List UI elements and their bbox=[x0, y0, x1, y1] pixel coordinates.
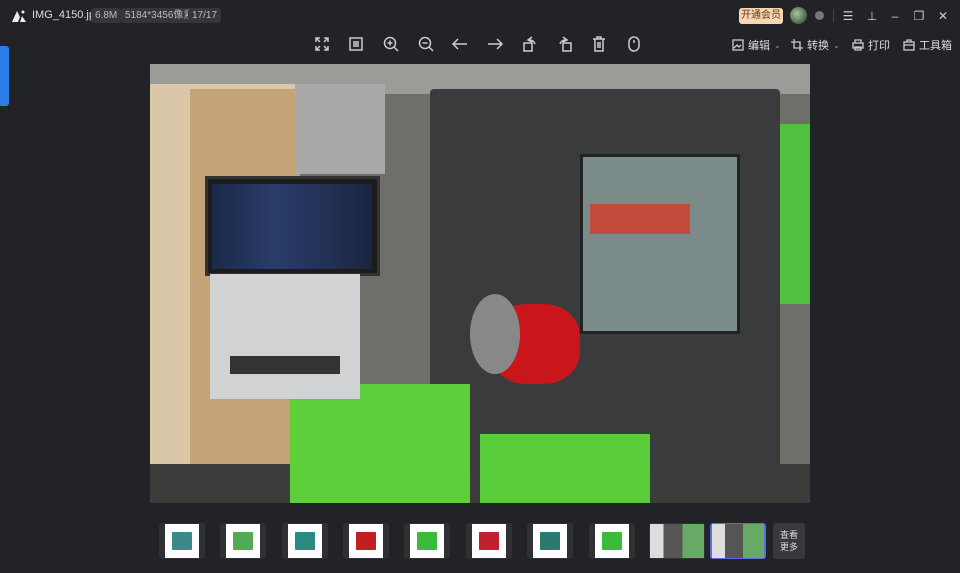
thumbnail[interactable] bbox=[220, 523, 266, 559]
thumbnail-strip: 查看 更多 bbox=[0, 523, 960, 559]
rotate-left-icon[interactable] bbox=[521, 35, 539, 53]
chevron-down-icon: ⌄ bbox=[774, 40, 781, 50]
edit-menu[interactable]: 编辑 ⌄ bbox=[732, 37, 781, 53]
fullscreen-icon[interactable] bbox=[313, 35, 331, 53]
thumbnail[interactable] bbox=[282, 523, 328, 559]
mouse-icon[interactable] bbox=[625, 35, 643, 53]
thumbnail-selected[interactable] bbox=[710, 523, 766, 559]
convert-label: 转换 bbox=[807, 40, 829, 52]
avatar[interactable] bbox=[790, 7, 807, 24]
thumbnail-image bbox=[540, 532, 560, 550]
thumbnail[interactable] bbox=[466, 523, 512, 559]
crop-icon bbox=[791, 39, 803, 51]
zoom-in-icon[interactable] bbox=[382, 35, 400, 53]
side-panel-tab[interactable] bbox=[0, 46, 9, 106]
toolbox-button[interactable]: 工具箱 bbox=[903, 37, 952, 53]
prev-arrow-icon[interactable] bbox=[451, 35, 469, 53]
print-button[interactable]: 打印 bbox=[852, 37, 890, 53]
close-icon[interactable]: ✕ bbox=[935, 8, 951, 24]
image-index-badge: 17/17 bbox=[188, 8, 222, 23]
edit-label: 编辑 bbox=[748, 40, 770, 52]
image-edit-icon bbox=[732, 39, 744, 51]
main-image[interactable] bbox=[150, 64, 810, 503]
print-label: 打印 bbox=[868, 40, 890, 52]
thumbnail-image bbox=[602, 532, 622, 550]
thumbnail-image bbox=[417, 532, 437, 550]
app-logo-icon bbox=[12, 10, 26, 22]
thumbnail[interactable] bbox=[589, 523, 635, 559]
thumbnail-image bbox=[356, 532, 376, 550]
thumbnail[interactable] bbox=[527, 523, 573, 559]
view-more-button[interactable]: 查看 更多 bbox=[773, 523, 805, 559]
thumbnail-image bbox=[479, 532, 499, 550]
chevron-down-icon: ⌄ bbox=[833, 40, 840, 50]
thumbnail[interactable] bbox=[343, 523, 389, 559]
view-more-label: 更多 bbox=[779, 542, 798, 552]
toolbox-label: 工具箱 bbox=[919, 40, 952, 52]
convert-menu[interactable]: 转换 ⌄ bbox=[791, 37, 840, 53]
thumbnail-image bbox=[172, 532, 192, 550]
dimensions-badge: 5184*3456像素 bbox=[121, 8, 198, 23]
thumbnail-image bbox=[233, 532, 253, 550]
title-bar: IMG_4150.jpg 6.8M 5184*3456像素 17/17 开通会员… bbox=[0, 0, 960, 32]
vip-button[interactable]: 开通会员 bbox=[739, 8, 783, 24]
printer-icon bbox=[852, 39, 864, 51]
next-arrow-icon[interactable] bbox=[486, 35, 504, 53]
zoom-out-icon[interactable] bbox=[417, 35, 435, 53]
view-more-label: 查看 bbox=[779, 530, 798, 540]
pin-icon[interactable]: ⊥ bbox=[864, 8, 880, 24]
rotate-right-icon[interactable] bbox=[556, 35, 574, 53]
menu-icon[interactable]: ☰ bbox=[840, 8, 856, 24]
thumbnail[interactable] bbox=[159, 523, 205, 559]
maximize-icon[interactable]: ❐ bbox=[911, 8, 927, 24]
thumbnail[interactable] bbox=[649, 523, 705, 559]
file-size-badge: 6.8M bbox=[91, 8, 122, 23]
thumbnail-image bbox=[295, 532, 315, 550]
toolbox-icon bbox=[903, 39, 915, 51]
minimize-icon[interactable]: – bbox=[887, 8, 903, 24]
thumbnail[interactable] bbox=[404, 523, 450, 559]
actual-size-icon[interactable] bbox=[347, 35, 365, 53]
delete-icon[interactable] bbox=[590, 35, 608, 53]
coin-icon[interactable] bbox=[815, 11, 824, 20]
divider bbox=[833, 9, 834, 22]
